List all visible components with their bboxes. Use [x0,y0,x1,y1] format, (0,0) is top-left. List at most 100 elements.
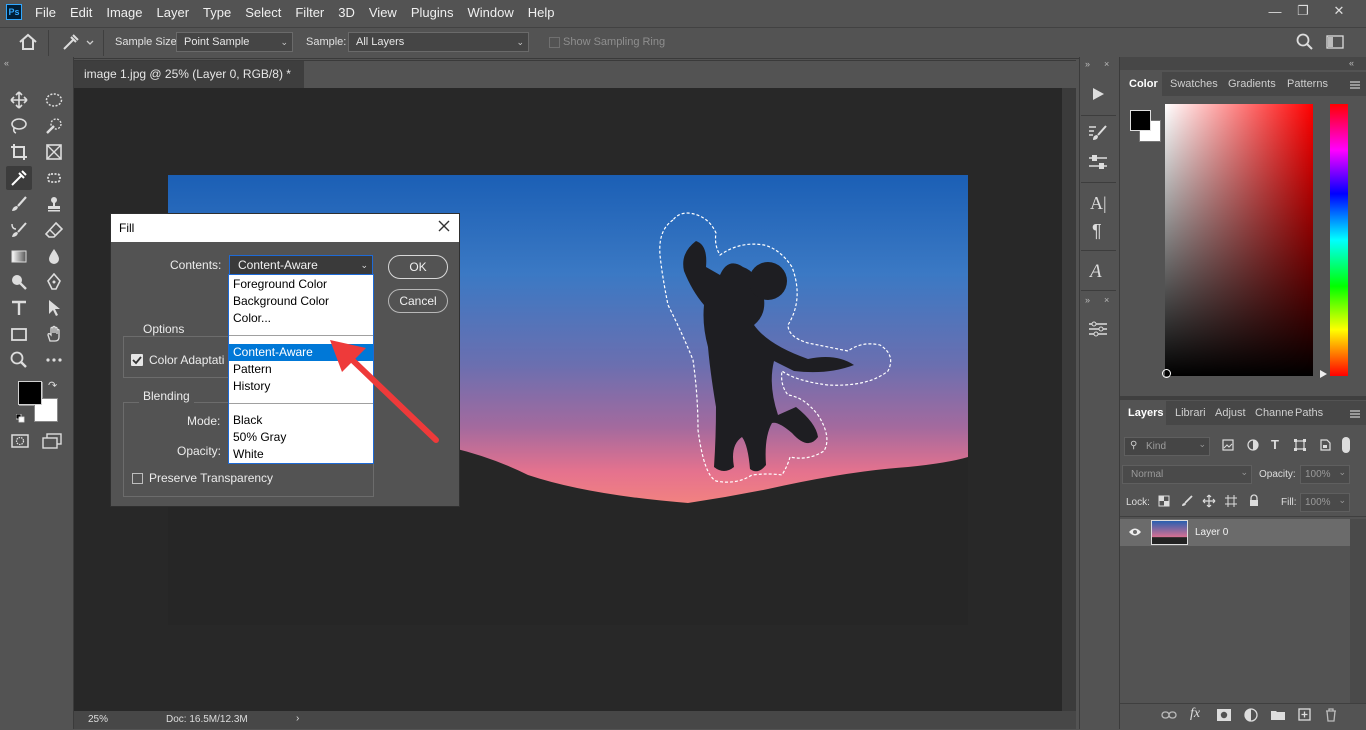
character-panel-icon[interactable]: A| [1090,193,1107,214]
tab-libraries[interactable]: Librari [1175,407,1206,419]
panel-menu-icon[interactable] [1349,408,1361,422]
ok-button[interactable]: OK [388,255,448,279]
link-layers-icon[interactable] [1161,709,1177,724]
adjustments-sliders-icon[interactable] [1088,153,1108,174]
filter-pixel-icon[interactable] [1222,439,1234,454]
dropdown-item-foreground-color[interactable]: Foreground Color [229,276,373,293]
quick-selection-tool-icon[interactable] [41,114,67,138]
close-dialog-icon[interactable] [437,219,451,236]
filter-shape-icon[interactable] [1294,439,1306,454]
tab-channels[interactable]: Channe [1255,407,1294,419]
collapse-panels-icon[interactable]: « [1349,58,1354,68]
tab-swatches[interactable]: Swatches [1170,78,1218,90]
crop-tool-icon[interactable] [6,140,32,164]
swap-colors-icon[interactable]: ↷ [48,379,57,392]
brush-settings-icon[interactable] [1088,124,1108,145]
sample-select[interactable]: All Layers ⌄ [348,32,529,52]
adjustment-layer-icon[interactable] [1244,708,1258,725]
path-selection-tool-icon[interactable] [41,296,67,320]
dodge-tool-icon[interactable] [6,270,32,294]
menu-select[interactable]: Select [238,5,288,20]
marquee-tool-icon[interactable] [41,88,67,112]
menu-filter[interactable]: Filter [288,5,331,20]
properties-panel-icon[interactable] [1088,320,1108,341]
lock-position-icon[interactable] [1202,494,1216,511]
color-field[interactable] [1165,104,1313,376]
filter-smart-object-icon[interactable] [1319,439,1331,454]
collapse-toolbar-icon[interactable]: « [4,58,9,68]
filter-adjustment-icon[interactable] [1247,439,1259,454]
search-icon[interactable] [1296,33,1314,54]
zoom-level[interactable]: 25% [88,714,108,725]
show-sampling-ring-checkbox[interactable] [549,37,560,48]
history-brush-tool-icon[interactable] [6,218,32,242]
lock-all-icon[interactable] [1248,494,1260,510]
collapse-dock-icon[interactable]: » [1085,295,1090,305]
close-dock-icon[interactable]: × [1104,59,1109,69]
blur-tool-icon[interactable] [41,244,67,268]
hue-slider-handle[interactable] [1320,370,1327,378]
filter-toggle-icon[interactable] [1342,437,1350,453]
home-icon[interactable] [18,33,38,54]
move-tool-icon[interactable] [6,88,32,112]
dropdown-item-background-color[interactable]: Background Color [229,293,373,310]
layer-style-fx-icon[interactable]: fx [1190,706,1200,722]
color-adaptation-checkbox[interactable] [131,354,143,366]
new-group-icon[interactable] [1270,709,1286,724]
hand-tool-icon[interactable] [41,322,67,346]
tab-gradients[interactable]: Gradients [1228,78,1276,90]
menu-plugins[interactable]: Plugins [404,5,461,20]
glyphs-panel-icon[interactable]: A [1090,261,1102,283]
filter-type-icon[interactable]: T [1271,437,1279,452]
zoom-tool-icon[interactable] [6,348,32,372]
close-dock-icon[interactable]: × [1104,295,1109,305]
status-menu-arrow-icon[interactable]: › [296,713,299,724]
panel-menu-icon[interactable] [1349,79,1361,93]
lock-pixels-icon[interactable] [1181,495,1193,510]
screen-mode-icon[interactable] [42,433,62,452]
foreground-color-swatch-front[interactable] [18,381,42,405]
add-mask-icon[interactable] [1217,709,1231,724]
contents-select[interactable]: Content-Aware ⌄ [229,255,373,275]
restore-icon[interactable]: ❐ [1290,2,1316,20]
spot-healing-tool-icon[interactable] [41,166,67,190]
menu-edit[interactable]: Edit [63,5,99,20]
close-window-icon[interactable]: ✕ [1326,2,1352,20]
default-colors-icon[interactable] [15,412,25,423]
fill-field[interactable]: 100% ⌄ [1300,493,1350,512]
menu-view[interactable]: View [362,5,404,20]
vertical-scrollbar[interactable] [1062,88,1076,711]
menu-type[interactable]: Type [196,5,238,20]
menu-layer[interactable]: Layer [150,5,197,20]
color-picker-handle[interactable] [1162,369,1171,378]
minimize-icon[interactable]: — [1262,2,1288,20]
delete-layer-icon[interactable] [1325,708,1337,725]
lock-transparent-icon[interactable] [1158,495,1170,510]
rectangle-tool-icon[interactable] [6,322,32,346]
preserve-transparency-checkbox[interactable] [132,473,143,484]
eye-visibility-icon[interactable] [1128,526,1142,541]
layer-name[interactable]: Layer 0 [1195,527,1228,538]
layer-filter-select[interactable]: ⚲ Kind ⌄ [1124,437,1210,456]
tab-adjustments[interactable]: Adjust [1215,407,1246,419]
lock-artboard-icon[interactable] [1225,495,1237,510]
frame-tool-icon[interactable] [41,140,67,164]
layers-scrollbar[interactable] [1350,519,1366,703]
more-tools-icon[interactable] [41,348,67,372]
cancel-button[interactable]: Cancel [388,289,448,313]
menu-file[interactable]: File [28,5,63,20]
blend-mode-select[interactable]: Normal ⌄ [1122,465,1252,484]
menu-window[interactable]: Window [460,5,520,20]
document-tab[interactable]: image 1.jpg @ 25% (Layer 0, RGB/8) * × [74,61,304,108]
paragraph-panel-icon[interactable]: ¶ [1092,221,1102,242]
sample-size-select[interactable]: Point Sample ⌄ [176,32,293,52]
menu-help[interactable]: Help [521,5,562,20]
eyedropper-tool-icon[interactable] [6,166,32,190]
eraser-tool-icon[interactable] [41,218,67,242]
new-layer-icon[interactable] [1298,708,1311,724]
layer-row[interactable]: Layer 0 [1120,519,1350,546]
tab-layers[interactable]: Layers [1128,407,1163,419]
pen-tool-icon[interactable] [41,270,67,294]
type-tool-icon[interactable] [6,296,32,320]
tab-paths[interactable]: Paths [1295,407,1323,419]
